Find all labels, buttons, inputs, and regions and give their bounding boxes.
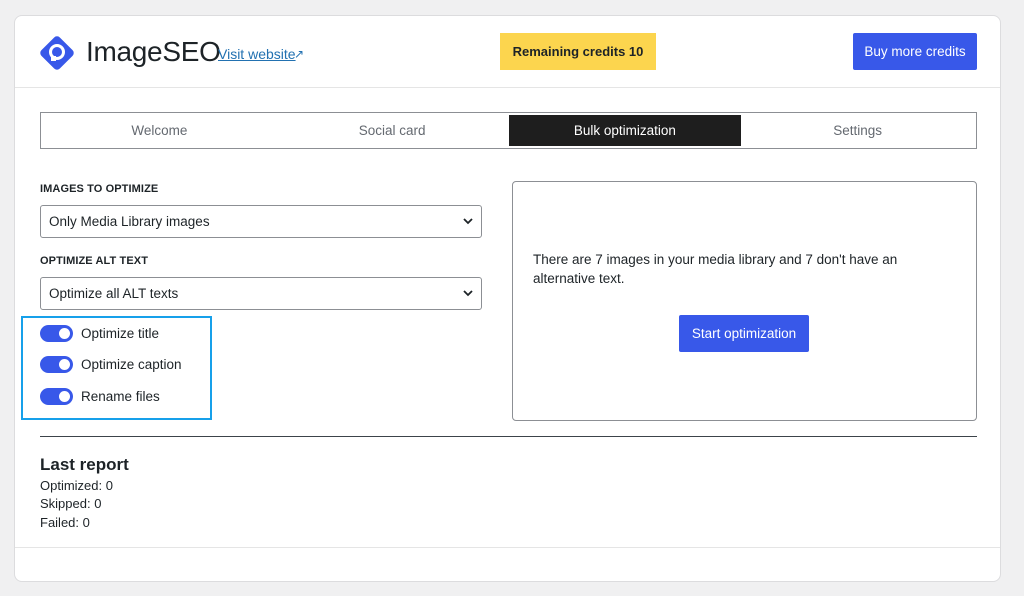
optimization-panel: There are 7 images in your media library… xyxy=(512,181,977,421)
start-optimization-button[interactable]: Start optimization xyxy=(679,315,809,352)
optimize-caption-toggle[interactable] xyxy=(40,356,73,373)
images-to-optimize-value: Only Media Library images xyxy=(49,214,210,229)
tab-social-card[interactable]: Social card xyxy=(276,115,509,146)
rename-files-toggle[interactable] xyxy=(40,388,73,405)
tab-bulk-optimization[interactable]: Bulk optimization xyxy=(508,115,742,146)
remaining-credits-badge: Remaining credits 10 xyxy=(500,33,656,70)
media-library-status: There are 7 images in your media library… xyxy=(533,252,898,286)
report-failed: Failed: 0 xyxy=(40,515,90,530)
report-optimized: Optimized: 0 xyxy=(40,478,113,493)
tab-settings[interactable]: Settings xyxy=(741,115,974,146)
tab-welcome[interactable]: Welcome xyxy=(43,115,276,146)
footer-divider xyxy=(15,547,1000,548)
visit-website-link[interactable]: Visit website xyxy=(218,45,296,63)
optimize-caption-label: Optimize caption xyxy=(81,357,182,372)
last-report-title: Last report xyxy=(40,455,129,474)
tab-bar: Welcome Social card Bulk optimization Se… xyxy=(40,112,977,149)
images-to-optimize-select[interactable]: Only Media Library images xyxy=(40,205,482,238)
header-bar: ImageSEO Visit website ↗ Remaining credi… xyxy=(15,16,1000,88)
chevron-down-icon xyxy=(463,290,473,297)
external-link-icon[interactable]: ↗ xyxy=(294,45,304,63)
optimize-alt-text-value: Optimize all ALT texts xyxy=(49,286,179,301)
optimize-alt-text-label: OPTIMIZE ALT TEXT xyxy=(40,255,149,267)
optimize-alt-text-select[interactable]: Optimize all ALT texts xyxy=(40,277,482,310)
app-name: ImageSEO xyxy=(86,36,221,67)
optimize-title-toggle[interactable] xyxy=(40,325,73,342)
section-divider xyxy=(40,436,977,437)
main-card: ImageSEO Visit website ↗ Remaining credi… xyxy=(14,15,1001,582)
chevron-down-icon xyxy=(463,218,473,225)
rename-files-label: Rename files xyxy=(81,389,160,404)
images-to-optimize-label: IMAGES TO OPTIMIZE xyxy=(40,183,159,195)
buy-more-credits-button[interactable]: Buy more credits xyxy=(853,33,977,70)
report-skipped: Skipped: 0 xyxy=(40,496,102,511)
optimize-title-label: Optimize title xyxy=(81,326,160,341)
imageseo-logo-icon xyxy=(40,36,74,70)
